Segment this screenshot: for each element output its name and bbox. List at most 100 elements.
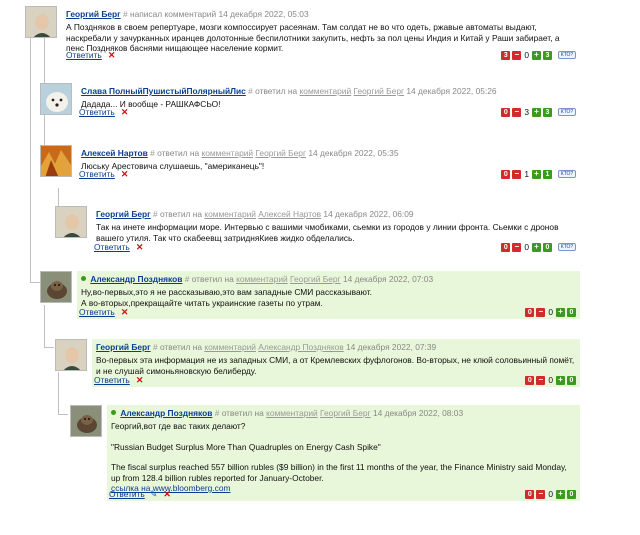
comment-text: Ну,во-первых,это я не рассказываю,это ва… bbox=[81, 287, 576, 308]
who-voted-button[interactable]: КТО? bbox=[558, 51, 576, 59]
reply-link[interactable]: Ответить bbox=[79, 307, 115, 317]
vote-down-button[interactable]: − bbox=[536, 307, 546, 317]
thread-line bbox=[58, 414, 68, 415]
comment-header: Георгий Берг # ответил на комментарий Ал… bbox=[96, 342, 576, 353]
permalink[interactable]: # bbox=[248, 86, 253, 96]
comment-date: 14 декабря 2022, 05:35 bbox=[308, 148, 399, 158]
comment-content: Георгий Берг # ответил на комментарий Ал… bbox=[92, 339, 580, 387]
who-voted-button[interactable]: КТО? bbox=[558, 243, 576, 251]
avatar[interactable] bbox=[40, 271, 72, 303]
comment-line: "Russian Budget Surplus More Than Quadru… bbox=[111, 441, 381, 452]
comment-line: А Поздняков в своем репертуаре, мозги ко… bbox=[66, 22, 560, 53]
comment-actions: Ответить ✕ bbox=[66, 50, 115, 60]
vote-down-button[interactable]: − bbox=[512, 50, 522, 60]
author-link[interactable]: Слава ПолныйПушистыйПолярныйЛис bbox=[81, 86, 246, 96]
vote-score: 0 bbox=[524, 50, 529, 60]
positive-count: 0 bbox=[567, 489, 576, 499]
permalink[interactable]: # bbox=[153, 342, 158, 352]
reply-link[interactable]: Ответить bbox=[66, 50, 102, 60]
reply-link[interactable]: Ответить bbox=[79, 107, 115, 117]
comment: Алексей Нартов # ответил на комментарий … bbox=[40, 145, 580, 181]
vote-down-button[interactable]: − bbox=[512, 169, 522, 179]
parent-author-link[interactable]: Георгий Берг bbox=[290, 274, 341, 284]
avatar[interactable] bbox=[40, 83, 72, 115]
vote-down-button[interactable]: − bbox=[512, 107, 522, 117]
vote-down-button[interactable]: − bbox=[512, 242, 522, 252]
comment-actions: Ответить ✕ bbox=[79, 169, 128, 179]
meta-prefix: ответил на bbox=[159, 342, 202, 352]
delete-icon[interactable]: ✕ bbox=[121, 169, 129, 179]
comment-actions: Ответить ✎ ✕ bbox=[109, 489, 171, 499]
permalink[interactable]: # bbox=[123, 9, 128, 19]
delete-icon[interactable]: ✕ bbox=[163, 489, 171, 499]
who-voted-button[interactable]: КТО? bbox=[558, 108, 576, 116]
parent-comment-link[interactable]: комментарий bbox=[204, 209, 256, 219]
reply-link[interactable]: Ответить bbox=[79, 169, 115, 179]
avatar[interactable] bbox=[55, 339, 87, 371]
vote-score: 3 bbox=[524, 107, 529, 117]
delete-icon[interactable]: ✕ bbox=[136, 375, 144, 385]
vote-down-button[interactable]: − bbox=[536, 375, 546, 385]
author-link[interactable]: Георгий Берг bbox=[96, 342, 151, 352]
comment-line: Во-первых эта информация не из западных … bbox=[96, 355, 575, 376]
permalink[interactable]: # bbox=[153, 209, 158, 219]
avatar[interactable] bbox=[40, 145, 72, 177]
avatar[interactable] bbox=[70, 405, 102, 437]
author-link[interactable]: Александр Поздняков bbox=[120, 408, 212, 418]
positive-count: 0 bbox=[567, 307, 576, 317]
reply-link[interactable]: Ответить bbox=[109, 489, 145, 499]
delete-icon[interactable]: ✕ bbox=[136, 242, 144, 252]
reply-link[interactable]: Ответить bbox=[94, 375, 130, 385]
author-link[interactable]: Георгий Берг bbox=[96, 209, 151, 219]
positive-count: 1 bbox=[543, 169, 552, 179]
vote-up-button[interactable]: + bbox=[556, 307, 565, 317]
vote-up-button[interactable]: + bbox=[532, 107, 541, 117]
comment-date: 14 декабря 2022, 08:03 bbox=[372, 408, 464, 418]
avatar[interactable] bbox=[55, 206, 87, 238]
comment-content: Александр Поздняков # ответил на коммент… bbox=[107, 405, 580, 501]
negative-count: 0 bbox=[501, 242, 511, 252]
comment: Александр Поздняков # ответил на коммент… bbox=[40, 271, 580, 319]
parent-comment-link[interactable]: комментарий bbox=[300, 86, 352, 96]
delete-icon[interactable]: ✕ bbox=[121, 107, 129, 117]
comment-actions: Ответить ✕ bbox=[79, 107, 128, 117]
vote-down-button[interactable]: − bbox=[536, 489, 546, 499]
reply-link[interactable]: Ответить bbox=[94, 242, 130, 252]
comment-header: Слава ПолныйПушистыйПолярныйЛис # ответи… bbox=[81, 86, 576, 97]
vote-up-button[interactable]: + bbox=[556, 375, 565, 385]
permalink[interactable]: # bbox=[185, 274, 190, 284]
author-link[interactable]: Александр Поздняков bbox=[90, 274, 182, 284]
comment-meta: написал комментарий 14 декабря 2022, 05:… bbox=[129, 9, 309, 19]
parent-author-link[interactable]: Георгий Берг bbox=[354, 86, 405, 96]
parent-author-link[interactable]: Алексей Нартов bbox=[258, 209, 321, 219]
negative-count: 0 bbox=[501, 169, 511, 179]
parent-comment-link[interactable]: комментарий bbox=[204, 342, 256, 352]
delete-icon[interactable]: ✕ bbox=[121, 307, 129, 317]
parent-comment-link[interactable]: комментарий bbox=[201, 148, 253, 158]
vote-up-button[interactable]: + bbox=[532, 50, 541, 60]
comment-line bbox=[111, 452, 576, 462]
author-link[interactable]: Алексей Нартов bbox=[81, 148, 148, 158]
vote-up-button[interactable]: + bbox=[556, 489, 565, 499]
avatar[interactable] bbox=[25, 6, 57, 38]
comment-date: 14 декабря 2022, 06:09 bbox=[323, 209, 414, 219]
edit-icon[interactable]: ✎ bbox=[150, 489, 158, 499]
vote-panel: 0 − 1 + 1 КТО? bbox=[501, 169, 576, 179]
who-voted-button[interactable]: КТО? bbox=[558, 170, 576, 178]
meta-prefix: ответил на bbox=[157, 148, 200, 158]
vote-up-button[interactable]: + bbox=[532, 242, 541, 252]
permalink[interactable]: # bbox=[215, 408, 220, 418]
thread-line bbox=[30, 282, 40, 283]
vote-up-button[interactable]: + bbox=[532, 169, 541, 179]
delete-icon[interactable]: ✕ bbox=[108, 50, 116, 60]
parent-comment-link[interactable]: комментарий bbox=[236, 274, 288, 284]
author-link[interactable]: Георгий Берг bbox=[66, 9, 121, 19]
comment-line: Георгий,вот где вас таких делают? bbox=[111, 421, 246, 431]
parent-author-link[interactable]: Георгий Берг bbox=[320, 408, 371, 418]
comment: Георгий Берг # ответил на комментарий Ал… bbox=[55, 206, 580, 254]
parent-comment-link[interactable]: комментарий bbox=[266, 408, 318, 418]
parent-author-link[interactable]: Александр Поздняков bbox=[258, 342, 343, 352]
vote-score: 0 bbox=[548, 307, 553, 317]
parent-author-link[interactable]: Георгий Берг bbox=[255, 148, 306, 158]
permalink[interactable]: # bbox=[150, 148, 155, 158]
